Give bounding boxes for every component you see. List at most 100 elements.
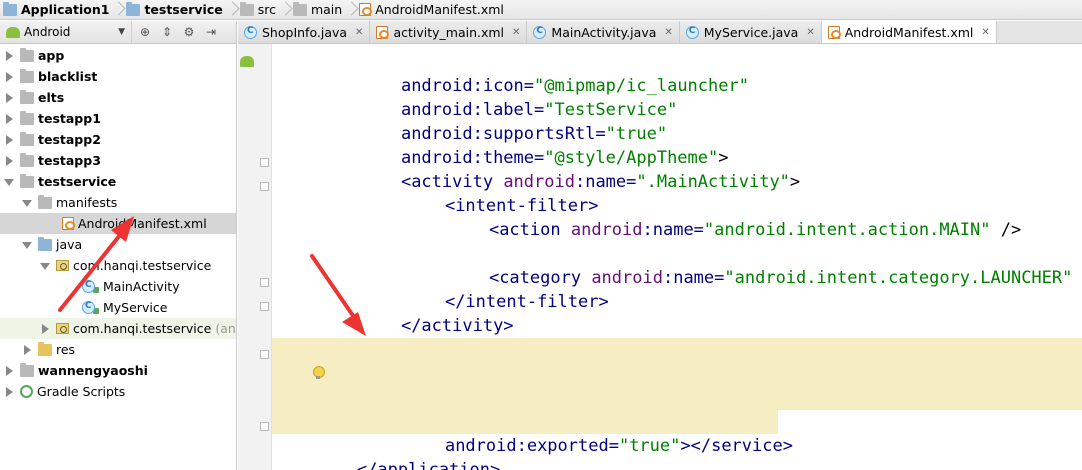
tab-mainactivity[interactable]: MainActivity.java ✕ [527, 21, 680, 43]
android-icon[interactable] [240, 56, 254, 67]
xml-icon [359, 3, 373, 16]
editor-tabs: ShopInfo.java ✕ activity_main.xml ✕ Main… [238, 21, 1082, 44]
breadcrumb-separator [348, 0, 356, 19]
tree-item-app[interactable]: app [0, 45, 236, 66]
fold-marker-icon[interactable] [260, 278, 269, 287]
code-line: <intent-filter> [444, 196, 599, 216]
module-folder-icon [20, 362, 34, 377]
code-line: </activity> [400, 316, 514, 336]
expand-arrow-icon[interactable] [4, 92, 14, 103]
xml-icon [62, 217, 75, 230]
close-icon[interactable]: ✕ [806, 27, 814, 38]
breadcrumb-item-main[interactable]: main [290, 0, 348, 19]
expand-arrow-icon[interactable] [4, 365, 14, 376]
code-line: <activity android:name=".MainActivity"> [400, 172, 801, 192]
tree-item-testapp3[interactable]: testapp3 [0, 150, 236, 171]
breadcrumb-item-project[interactable]: Application1 [0, 0, 115, 19]
gear-icon[interactable]: ⚙ [180, 21, 198, 44]
sync-target-icon[interactable]: ⊕ [136, 21, 154, 44]
tree-item-testapp1[interactable]: testapp1 [0, 108, 236, 129]
module-folder-icon [20, 173, 34, 188]
tree-item-wannengyaoshi[interactable]: wannengyaoshi [0, 360, 236, 381]
expand-arrow-icon[interactable] [40, 323, 50, 334]
collapse-arrow-icon[interactable] [22, 240, 32, 250]
breadcrumb-separator [115, 0, 123, 19]
tab-myservice[interactable]: MyService.java ✕ [679, 21, 822, 43]
breadcrumb-item-src[interactable]: src [237, 0, 282, 19]
tree-item-test-package[interactable]: com.hanqi.testservice (andr [0, 318, 236, 339]
lightbulb-icon[interactable] [312, 366, 325, 380]
editor-gutter [238, 44, 272, 470]
tree-item-java[interactable]: java [0, 234, 236, 255]
close-icon[interactable]: ✕ [664, 27, 672, 38]
fold-marker-icon[interactable] [260, 302, 269, 311]
xml-icon [827, 25, 841, 39]
project-folder-icon [3, 1, 17, 16]
tree-item-elts[interactable]: elts [0, 87, 236, 108]
folder-icon [292, 1, 307, 16]
expand-arrow-icon[interactable] [4, 155, 14, 166]
android-icon [6, 26, 20, 38]
tree-item-testservice[interactable]: testservice [0, 171, 236, 192]
code-editor[interactable]: android:icon="@mipmap/ic_launcher" andro… [272, 44, 1082, 470]
class-icon [244, 25, 257, 39]
breadcrumb-item-manifest[interactable]: AndroidManifest.xml [356, 0, 510, 19]
tree-item-testapp2[interactable]: testapp2 [0, 129, 236, 150]
tree-item-blacklist[interactable]: blacklist [0, 66, 236, 87]
code-line: android:icon="@mipmap/ic_launcher" [400, 76, 749, 96]
module-folder-icon [20, 131, 34, 146]
expand-arrow-icon[interactable] [22, 344, 32, 355]
tree-item-gradle-scripts[interactable]: Gradle Scripts [0, 381, 236, 402]
code-line: </application> [356, 460, 501, 470]
code-line-highlighted: android:enabled="true" [272, 386, 1082, 432]
breadcrumb-separator [229, 0, 237, 19]
code-line: </intent-filter> [444, 292, 609, 312]
hide-panel-icon[interactable]: ⇥ [202, 21, 220, 44]
fold-marker-icon[interactable] [260, 182, 269, 191]
code-line: android:label="TestService" [400, 100, 678, 120]
module-folder-icon [20, 110, 34, 125]
expand-arrow-icon[interactable] [4, 386, 14, 397]
code-line: <action android:name="android.intent.act… [488, 220, 1022, 240]
fold-marker-icon[interactable] [260, 350, 269, 359]
project-view-select[interactable]: Android ▼ [0, 20, 132, 44]
expand-arrow-icon[interactable] [4, 50, 14, 61]
tab-shopinfo[interactable]: ShopInfo.java ✕ [238, 21, 371, 43]
tab-androidmanifest[interactable]: AndroidManifest.xml ✕ [821, 21, 997, 43]
breadcrumb-item-module[interactable]: testservice [123, 0, 228, 19]
tree-item-package[interactable]: com.hanqi.testservice [0, 255, 236, 276]
tab-activity-main[interactable]: activity_main.xml ✕ [370, 21, 528, 43]
module-folder-icon [20, 89, 34, 104]
collapse-arrow-icon[interactable] [22, 198, 32, 208]
tree-item-mainactivity[interactable]: MainActivity [0, 276, 236, 297]
class-icon [685, 25, 699, 39]
close-icon[interactable]: ✕ [512, 27, 520, 38]
module-folder-icon [20, 152, 34, 167]
collapse-arrow-icon[interactable] [4, 177, 14, 187]
fold-marker-icon[interactable] [260, 422, 269, 431]
tree-item-myservice[interactable]: MyService [0, 297, 236, 318]
close-icon[interactable]: ✕ [355, 27, 363, 38]
expand-arrow-icon[interactable] [4, 134, 14, 145]
code-line-highlighted: android:exported="true"></service> [272, 410, 793, 456]
expand-arrow-icon[interactable] [4, 71, 14, 82]
package-icon [56, 260, 69, 271]
tree-item-manifests[interactable]: manifests [0, 192, 236, 213]
class-icon [533, 25, 547, 39]
source-folder-icon [38, 236, 52, 251]
tree-item-res[interactable]: res [0, 339, 236, 360]
module-folder-icon [20, 47, 34, 62]
tree-item-androidmanifest[interactable]: AndroidManifest.xml [0, 213, 236, 234]
project-tree: app blacklist elts testapp1 testapp2 tes… [0, 44, 237, 470]
expand-arrow-icon[interactable] [4, 113, 14, 124]
class-icon [82, 301, 95, 314]
breadcrumb-separator [282, 0, 290, 19]
collapse-all-icon[interactable]: ⇕ [158, 21, 176, 44]
code-line: android:theme="@style/AppTheme"> [400, 148, 729, 168]
collapse-arrow-icon[interactable] [40, 261, 50, 271]
close-icon[interactable]: ✕ [981, 27, 989, 38]
fold-marker-icon[interactable] [260, 158, 269, 167]
module-folder-icon [20, 68, 34, 83]
xml-icon [376, 25, 390, 39]
breadcrumb: Application1 testservice src main Androi… [0, 0, 1082, 20]
